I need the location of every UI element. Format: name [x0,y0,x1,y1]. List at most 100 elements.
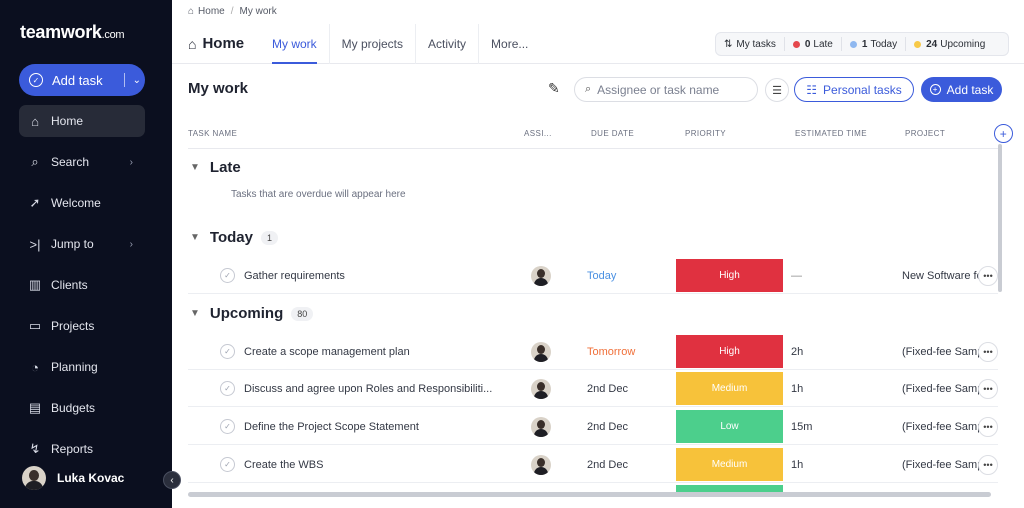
more-icon: ••• [978,341,998,362]
task-name[interactable]: Create a scope management plan [244,333,410,370]
assignee-avatar[interactable] [531,446,551,483]
upcoming-stat[interactable]: 24 Upcoming [905,37,993,51]
priority-cell[interactable]: Medium [676,370,783,407]
section-title-text: Home [202,35,245,52]
priority-cell[interactable]: High [676,257,783,294]
add-column-button[interactable]: + [994,124,1013,143]
priority-cell[interactable]: High [676,333,783,370]
collapse-sidebar-icon[interactable]: ‹ [163,471,181,489]
priority-cell[interactable]: Low [676,408,783,445]
complete-task-checkbox[interactable]: ✓ [220,333,235,370]
today-stat[interactable]: 1 Today [840,37,905,51]
user-profile[interactable]: Luka Kovac [22,466,124,490]
tab-my-projects[interactable]: My projects [328,24,415,64]
complete-task-checkbox[interactable]: ✓ [220,257,235,294]
due-date[interactable]: 2nd Dec [587,446,628,483]
row-more-button[interactable]: ••• [978,408,998,445]
sidebar-item-search[interactable]: ⌕ Search › [19,146,145,178]
assignee-avatar[interactable] [531,370,551,407]
vertical-scrollbar[interactable] [998,144,1002,292]
col-estimated-time[interactable]: ESTIMATED TIME [795,129,867,138]
personal-tasks-button[interactable]: ☷ Personal tasks [794,77,914,102]
project-name[interactable]: (Fixed-fee Samp [902,333,980,370]
filter-button[interactable]: ☰ [765,78,789,102]
due-date[interactable]: Tomorrow [587,333,635,370]
sidebar-item-reports[interactable]: ↯ Reports [19,433,145,465]
complete-task-checkbox[interactable]: ✓ [220,370,235,407]
late-stat[interactable]: 0 Late [783,37,841,51]
estimated-time[interactable]: 1h [791,370,803,407]
col-task-name[interactable]: TASK NAME [188,129,237,138]
project-name[interactable]: (Fixed-fee Samp [902,446,980,483]
sidebar-item-welcome[interactable]: ➚ Welcome [19,187,145,219]
check-icon: ✓ [220,419,235,434]
task-name[interactable]: Create the WBS [244,446,323,483]
sidebar-item-label: Welcome [51,196,101,210]
due-date[interactable]: 2nd Dec [587,408,628,445]
row-more-button[interactable]: ••• [978,333,998,370]
search-input[interactable]: ⌕ Assignee or task name [574,77,758,102]
add-task-label: Add task [52,72,103,88]
row-more-button[interactable]: ••• [978,370,998,407]
task-name[interactable]: Discuss and agree upon Roles and Respons… [244,370,492,407]
complete-task-checkbox[interactable]: ✓ [220,446,235,483]
row-more-button[interactable]: ••• [978,257,998,294]
logo-suffix: .com [101,29,125,41]
col-due-date[interactable]: DUE DATE [591,129,634,138]
row-more-button[interactable]: ••• [978,446,998,483]
edit-note-icon[interactable]: ✎ [548,80,560,97]
folder-icon: ▭ [28,318,42,333]
priority-badge: Low [676,410,783,443]
sidebar-item-budgets[interactable]: ▤ Budgets [19,392,145,424]
due-date[interactable]: Today [587,257,616,294]
chevron-down-icon[interactable]: ⌄ [133,75,141,86]
breadcrumb-home[interactable]: Home [198,6,225,17]
add-task-button[interactable]: + Add task [921,77,1002,102]
plus-circle-icon: + [929,84,941,95]
today-dot-icon [849,40,857,48]
check-icon: ✓ [220,344,235,359]
assignee-avatar[interactable] [531,257,551,294]
sidebar-item-label: Budgets [51,401,96,415]
priority-cell[interactable]: Medium [676,446,783,483]
tab-more[interactable]: More... [478,24,540,64]
due-date[interactable]: 2nd Dec [587,370,628,407]
sidebar-item-home[interactable]: ⌂ Home [19,105,145,137]
teamwork-logo[interactable]: teamwork.com [20,22,125,43]
estimated-time[interactable]: 15m [791,408,812,445]
section-late-header[interactable]: ▼ Late [188,159,241,176]
col-priority[interactable]: PRIORITY [685,129,726,138]
sidebar-item-jump-to[interactable]: >| Jump to › [19,228,145,260]
horizontal-scrollbar[interactable] [188,492,991,497]
sidebar-item-planning[interactable]: ◔ Planning [19,351,145,383]
reports-icon: ↯ [29,441,41,456]
task-name[interactable]: Gather requirements [244,257,345,294]
project-name[interactable]: (Fixed-fee Samp [902,370,980,407]
my-tasks-toggle[interactable]: ⇅ My tasks [716,37,784,51]
task-name[interactable]: Define the Project Scope Statement [244,408,419,445]
estimated-time[interactable]: 2h [791,333,803,370]
table-row[interactable]: ✓ Create a scope management plan Tomorro… [188,333,998,370]
section-upcoming-header[interactable]: ▼ Upcoming 80 [188,305,314,322]
assignee-avatar[interactable] [531,408,551,445]
table-row[interactable]: ✓ Discuss and agree upon Roles and Respo… [188,370,998,407]
late-label: Late [813,38,833,50]
tab-activity[interactable]: Activity [415,24,478,64]
section-today-header[interactable]: ▼ Today 1 [188,229,278,246]
sidebar-item-clients[interactable]: ▥ Clients [19,269,145,301]
tab-my-work[interactable]: My work [260,24,329,64]
assignee-avatar[interactable] [531,333,551,370]
sidebar-add-task-button[interactable]: ✓ Add task ⌄ [19,64,145,96]
col-assignee[interactable]: ASSI... [524,129,552,138]
table-row[interactable]: ✓ Create the WBS 2nd Dec Medium 1h (Fixe… [188,446,998,483]
project-name[interactable]: (Fixed-fee Samp [902,408,980,445]
table-row[interactable]: ✓ Gather requirements Today High — New S… [188,257,998,294]
table-row[interactable]: ✓ Define the Project Scope Statement 2nd… [188,408,998,445]
complete-task-checkbox[interactable]: ✓ [220,408,235,445]
estimated-time[interactable]: — [791,257,802,294]
project-name[interactable]: New Software fo [902,257,980,294]
section-title: Upcoming [209,305,284,322]
sidebar-item-projects[interactable]: ▭ Projects [19,310,145,342]
col-project[interactable]: PROJECT [905,129,945,138]
estimated-time[interactable]: 1h [791,446,803,483]
